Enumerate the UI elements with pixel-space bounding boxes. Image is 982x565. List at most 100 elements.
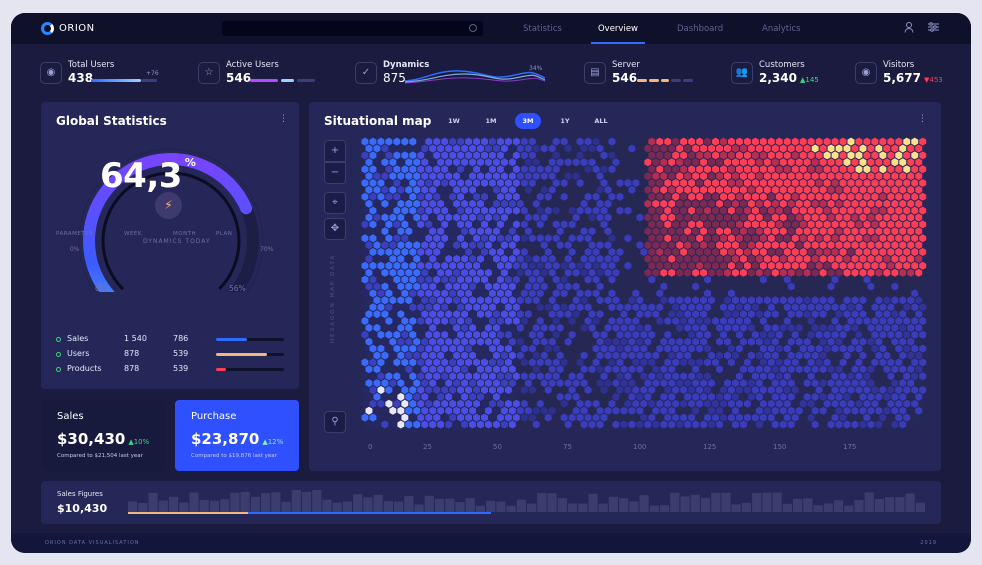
hex-cell[interactable] (600, 317, 608, 325)
hex-cell[interactable] (672, 151, 680, 160)
hex-cell[interactable] (672, 372, 680, 381)
hex-cell[interactable] (668, 158, 676, 167)
hex-cell[interactable] (489, 317, 496, 325)
hex-cell[interactable] (740, 254, 747, 263)
hex-cell[interactable] (680, 303, 688, 312)
hex-cell[interactable] (620, 282, 628, 291)
hex-cell[interactable] (497, 220, 504, 229)
hex-cell[interactable] (656, 413, 664, 422)
hex-cell[interactable] (433, 317, 441, 325)
hex-cell[interactable] (548, 172, 556, 181)
hex-cell[interactable] (744, 206, 751, 215)
hex-cell[interactable] (584, 234, 592, 243)
hex-cell[interactable] (497, 386, 504, 394)
hex-cell[interactable] (417, 386, 425, 394)
hex-cell[interactable] (616, 317, 624, 325)
hex-cell[interactable] (489, 372, 496, 381)
hex-cell[interactable] (600, 386, 608, 394)
hex-cell[interactable] (516, 282, 524, 291)
hex-cell[interactable] (437, 296, 445, 305)
hex-cell[interactable] (843, 158, 851, 167)
hex-cell[interactable] (767, 386, 775, 394)
hex-cell[interactable] (365, 282, 373, 291)
hex-cell[interactable] (827, 227, 835, 236)
hex-cell[interactable] (489, 151, 496, 160)
hex-cell[interactable] (433, 344, 441, 353)
hex-cell[interactable] (648, 165, 656, 174)
hex-cell[interactable] (596, 406, 604, 415)
hex-cell[interactable] (385, 358, 393, 367)
hex-cell[interactable] (744, 248, 751, 256)
hex-cell[interactable] (568, 179, 576, 187)
hex-cell[interactable] (385, 179, 393, 187)
hex-cell[interactable] (632, 137, 640, 146)
hex-cell[interactable] (465, 220, 472, 229)
hex-cell[interactable] (405, 406, 413, 415)
hex-cell[interactable] (489, 137, 496, 146)
hex-cell[interactable] (887, 330, 895, 339)
hex-cell[interactable] (493, 351, 500, 360)
hex-cell[interactable] (692, 158, 700, 167)
hex-cell[interactable] (879, 261, 887, 270)
hex-cell[interactable] (381, 144, 389, 153)
hex-cell[interactable] (692, 406, 700, 415)
hex-cell[interactable] (584, 220, 592, 229)
hex-cell[interactable] (672, 413, 680, 422)
hex-cell[interactable] (755, 351, 763, 360)
hex-cell[interactable] (445, 254, 453, 263)
hex-cell[interactable] (791, 248, 799, 256)
hex-cell[interactable] (397, 296, 405, 305)
hex-cell[interactable] (457, 151, 465, 160)
hex-cell[interactable] (716, 310, 723, 319)
hex-cell[interactable] (887, 303, 895, 312)
hex-cell[interactable] (672, 179, 680, 187)
hex-cell[interactable] (783, 344, 791, 353)
hex-cell[interactable] (791, 358, 799, 367)
hex-cell[interactable] (915, 420, 923, 429)
hex-cell[interactable] (879, 344, 887, 353)
hex-cell[interactable] (680, 413, 688, 422)
hex-cell[interactable] (489, 386, 496, 394)
hex-cell[interactable] (524, 199, 532, 208)
hex-cell[interactable] (740, 268, 747, 277)
hex-cell[interactable] (369, 344, 377, 353)
hex-cell[interactable] (692, 268, 700, 277)
hex-cell[interactable] (899, 296, 907, 305)
hex-cell[interactable] (708, 406, 715, 415)
hex-cell[interactable] (453, 254, 461, 263)
hex-cell[interactable] (465, 206, 472, 215)
hex-cell[interactable] (592, 179, 600, 187)
hex-cell[interactable] (397, 365, 405, 374)
hex-cell[interactable] (763, 310, 771, 319)
hex-cell[interactable] (815, 386, 823, 394)
hex-cell[interactable] (907, 268, 915, 277)
hex-cell[interactable] (855, 330, 863, 339)
hex-cell[interactable] (397, 268, 405, 277)
hex-cell[interactable] (540, 379, 548, 388)
hex-cell[interactable] (688, 372, 696, 381)
hex-cell[interactable] (883, 323, 891, 332)
hex-cell[interactable] (640, 372, 648, 381)
hex-cell[interactable] (696, 165, 704, 174)
hex-cell[interactable] (859, 172, 867, 181)
hex-cell[interactable] (732, 268, 739, 277)
hex-cell[interactable] (405, 227, 413, 236)
hex-cell[interactable] (668, 379, 676, 388)
hex-cell[interactable] (628, 310, 636, 319)
hex-cell[interactable] (576, 234, 584, 243)
hex-cell[interactable] (891, 337, 899, 346)
hex-cell[interactable] (672, 192, 680, 201)
hex-cell[interactable] (716, 254, 723, 263)
hex-cell[interactable] (652, 227, 660, 236)
hex-cell[interactable] (580, 227, 588, 236)
hex-cell[interactable] (473, 137, 480, 146)
hex-cell[interactable] (564, 310, 572, 319)
hex-cell[interactable] (779, 199, 787, 208)
hex-cell[interactable] (556, 337, 564, 346)
hex-cell[interactable] (612, 158, 620, 167)
hex-cell[interactable] (520, 317, 528, 325)
hex-cell[interactable] (895, 358, 903, 367)
hex-cell[interactable] (461, 241, 468, 250)
hex-cell[interactable] (879, 234, 887, 243)
hex-cell[interactable] (532, 420, 540, 429)
